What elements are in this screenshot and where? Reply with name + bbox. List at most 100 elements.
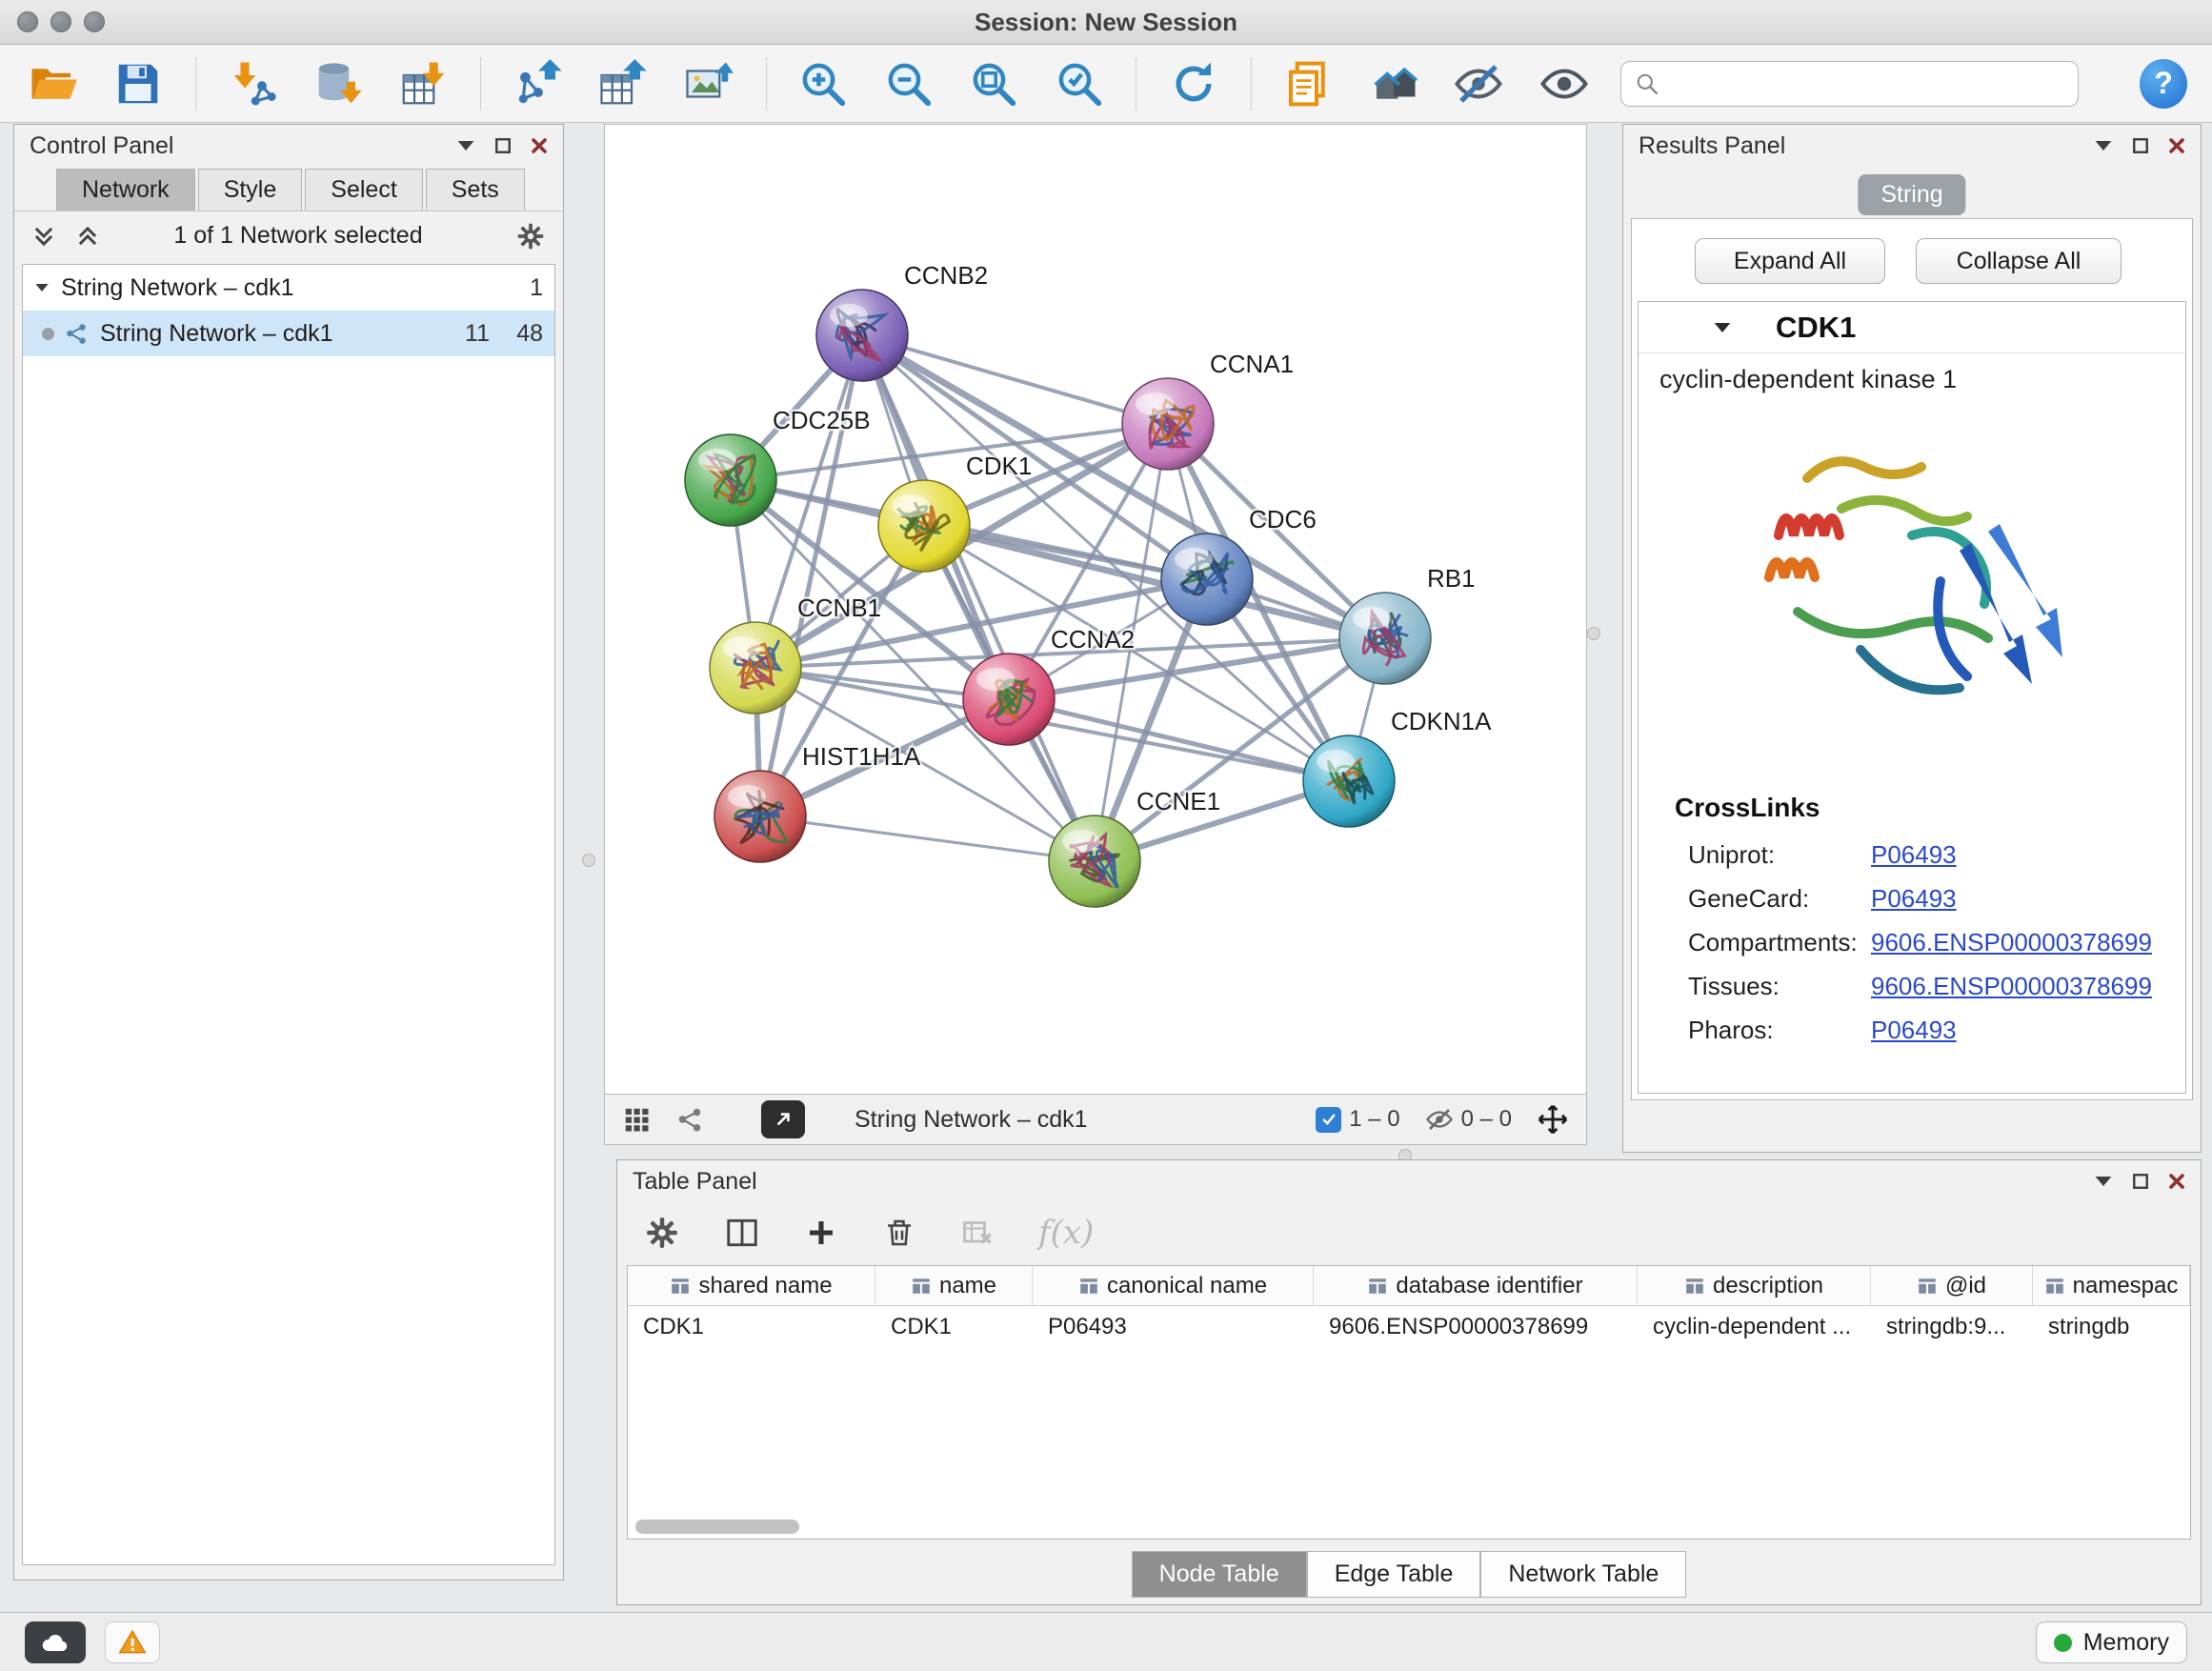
zoom-in-button[interactable]: [794, 54, 851, 113]
network-node-cdc25b[interactable]: [685, 434, 776, 526]
control-panel: Control Panel NetworkStyleSelectSets 1 o…: [13, 124, 564, 1580]
import-network-database-button[interactable]: [310, 54, 366, 113]
table-tab-node-table[interactable]: Node Table: [1132, 1551, 1307, 1598]
plus-icon: [804, 1216, 838, 1250]
network-overview-button[interactable]: [675, 1105, 704, 1134]
delete-table-button[interactable]: [960, 1216, 995, 1250]
export-network-button[interactable]: [510, 54, 566, 113]
scrollbar-thumb[interactable]: [635, 1520, 799, 1534]
crosslink-value[interactable]: 9606.ENSP00000378699: [1871, 972, 2152, 1001]
import-table-button[interactable]: [395, 54, 452, 113]
control-tab-style[interactable]: Style: [198, 169, 303, 211]
help-button[interactable]: ?: [2140, 59, 2187, 109]
panel-float-button[interactable]: [2132, 137, 2149, 154]
add-column-button[interactable]: [804, 1216, 838, 1250]
left-splitter-handle[interactable]: [582, 854, 595, 867]
node-label: CCNB2: [904, 261, 988, 290]
network-node-ccna1[interactable]: [1122, 378, 1214, 470]
string-tab-badge[interactable]: String: [1858, 174, 1965, 215]
crosslink-value[interactable]: P06493: [1871, 884, 1957, 914]
network-edge[interactable]: [862, 335, 1168, 424]
hide-selected-button[interactable]: [1451, 54, 1507, 113]
column-header-name[interactable]: name: [875, 1266, 1033, 1305]
panel-float-button[interactable]: [494, 137, 512, 154]
node-label: CDK1: [966, 452, 1032, 480]
network-node-cdkn1a[interactable]: [1303, 735, 1395, 827]
network-edge[interactable]: [760, 816, 1095, 861]
network-view[interactable]: CCNB2CCNA1CDC25BCDK1CDC6RB1CCNB1CCNA2CDK…: [604, 124, 1587, 1095]
export-table-icon: [597, 58, 649, 110]
control-tab-select[interactable]: Select: [305, 169, 422, 211]
expand-all-button[interactable]: Expand All: [1695, 238, 1885, 284]
panel-collapse-button[interactable]: [456, 139, 475, 152]
column-header-canonical-name[interactable]: canonical name: [1033, 1266, 1314, 1305]
show-columns-button[interactable]: [724, 1215, 760, 1251]
panel-close-button[interactable]: [2168, 1173, 2185, 1190]
expand-tree-button[interactable]: [31, 224, 56, 249]
column-header-namespac[interactable]: namespac: [2033, 1266, 2190, 1305]
column-header-shared-name[interactable]: shared name: [628, 1266, 875, 1305]
copy-style-button[interactable]: [1280, 54, 1337, 113]
zoom-fit-button[interactable]: [965, 54, 1021, 113]
network-node-ccne1[interactable]: [1049, 815, 1140, 907]
network-options-button[interactable]: [515, 221, 546, 252]
collapse-all-button[interactable]: Collapse All: [1916, 238, 2122, 284]
export-image-button[interactable]: [680, 54, 736, 113]
crosslink-label: Uniprot:: [1688, 840, 1871, 870]
crosslink-value[interactable]: P06493: [1871, 840, 1957, 870]
memory-button[interactable]: Memory: [2036, 1621, 2187, 1663]
network-node-rb1[interactable]: [1339, 593, 1431, 684]
pan-tool-button[interactable]: [1537, 1103, 1569, 1136]
panel-collapse-button[interactable]: [2094, 1175, 2113, 1188]
zoom-out-button[interactable]: [880, 54, 936, 113]
cloud-services-button[interactable]: [25, 1621, 86, 1663]
export-table-button[interactable]: [595, 54, 652, 113]
network-collection-row[interactable]: String Network – cdk1 1: [23, 265, 554, 311]
network-node-cdc6[interactable]: [1161, 534, 1253, 625]
table-row[interactable]: CDK1CDK1P064939606.ENSP00000378699cyclin…: [628, 1306, 2190, 1348]
open-session-button[interactable]: [25, 54, 81, 113]
right-splitter-handle[interactable]: [1587, 627, 1600, 640]
apply-layout-button[interactable]: [1165, 54, 1221, 113]
share-network-icon: [675, 1105, 704, 1134]
panel-float-button[interactable]: [2132, 1173, 2149, 1190]
network-node-hist1h1a[interactable]: [714, 771, 806, 862]
panel-collapse-button[interactable]: [2094, 139, 2113, 152]
selected-checkbox-icon[interactable]: [1316, 1107, 1341, 1133]
table-tab-edge-table[interactable]: Edge Table: [1307, 1551, 1481, 1598]
home-button[interactable]: [1365, 54, 1421, 113]
collapse-tree-button[interactable]: [75, 224, 100, 249]
column-header-database-identifier[interactable]: database identifier: [1314, 1266, 1638, 1305]
network-row[interactable]: String Network – cdk1 11 48: [23, 311, 554, 356]
zoom-selected-button[interactable]: [1051, 54, 1107, 113]
show-all-button[interactable]: [1536, 54, 1592, 113]
panel-close-button[interactable]: [531, 137, 548, 154]
crosslink-row: Compartments:9606.ENSP00000378699: [1688, 920, 2185, 964]
gene-section-header[interactable]: CDK1: [1639, 302, 2185, 353]
delete-column-button[interactable]: [882, 1216, 916, 1250]
horizontal-scrollbar[interactable]: [635, 1520, 2191, 1534]
network-node-cdk1[interactable]: [878, 480, 970, 572]
crosslink-value[interactable]: 9606.ENSP00000378699: [1871, 928, 2152, 957]
table-tab-network-table[interactable]: Network Table: [1480, 1551, 1686, 1598]
grid-view-button[interactable]: [622, 1105, 651, 1134]
save-session-button[interactable]: [110, 54, 166, 113]
control-tab-sets[interactable]: Sets: [426, 169, 525, 211]
panel-close-button[interactable]: [2168, 137, 2185, 154]
network-node-ccnb1[interactable]: [710, 622, 801, 714]
function-builder-button[interactable]: f(x): [1038, 1214, 1094, 1252]
import-network-file-button[interactable]: [225, 54, 281, 113]
control-tab-network[interactable]: Network: [56, 169, 195, 211]
network-edge[interactable]: [862, 335, 1095, 861]
eye-slash-icon: [1453, 58, 1504, 110]
warnings-button[interactable]: [105, 1621, 160, 1663]
column-header-description[interactable]: description: [1638, 1266, 1871, 1305]
network-node-ccna2[interactable]: [963, 654, 1055, 745]
column-header--id[interactable]: @id: [1871, 1266, 2033, 1305]
table-options-button[interactable]: [644, 1215, 680, 1251]
crosslink-value[interactable]: P06493: [1871, 1016, 1957, 1045]
network-graph[interactable]: CCNB2CCNA1CDC25BCDK1CDC6RB1CCNB1CCNA2CDK…: [605, 125, 1586, 1094]
network-node-ccnb2[interactable]: [816, 290, 908, 381]
search-input[interactable]: [1669, 70, 2064, 97]
export-view-button[interactable]: [761, 1100, 805, 1138]
